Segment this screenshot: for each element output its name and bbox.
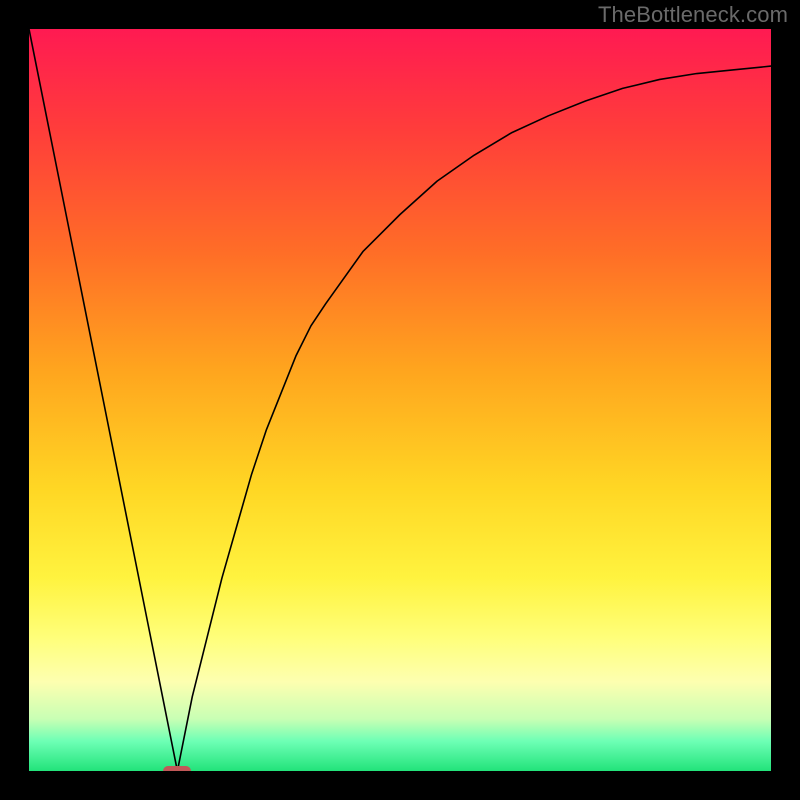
curve-svg: [29, 29, 771, 771]
watermark-text: TheBottleneck.com: [598, 2, 788, 28]
plot-area: [29, 29, 771, 771]
curve-path: [29, 29, 771, 771]
chart-frame: TheBottleneck.com: [0, 0, 800, 800]
min-marker: [163, 766, 191, 771]
